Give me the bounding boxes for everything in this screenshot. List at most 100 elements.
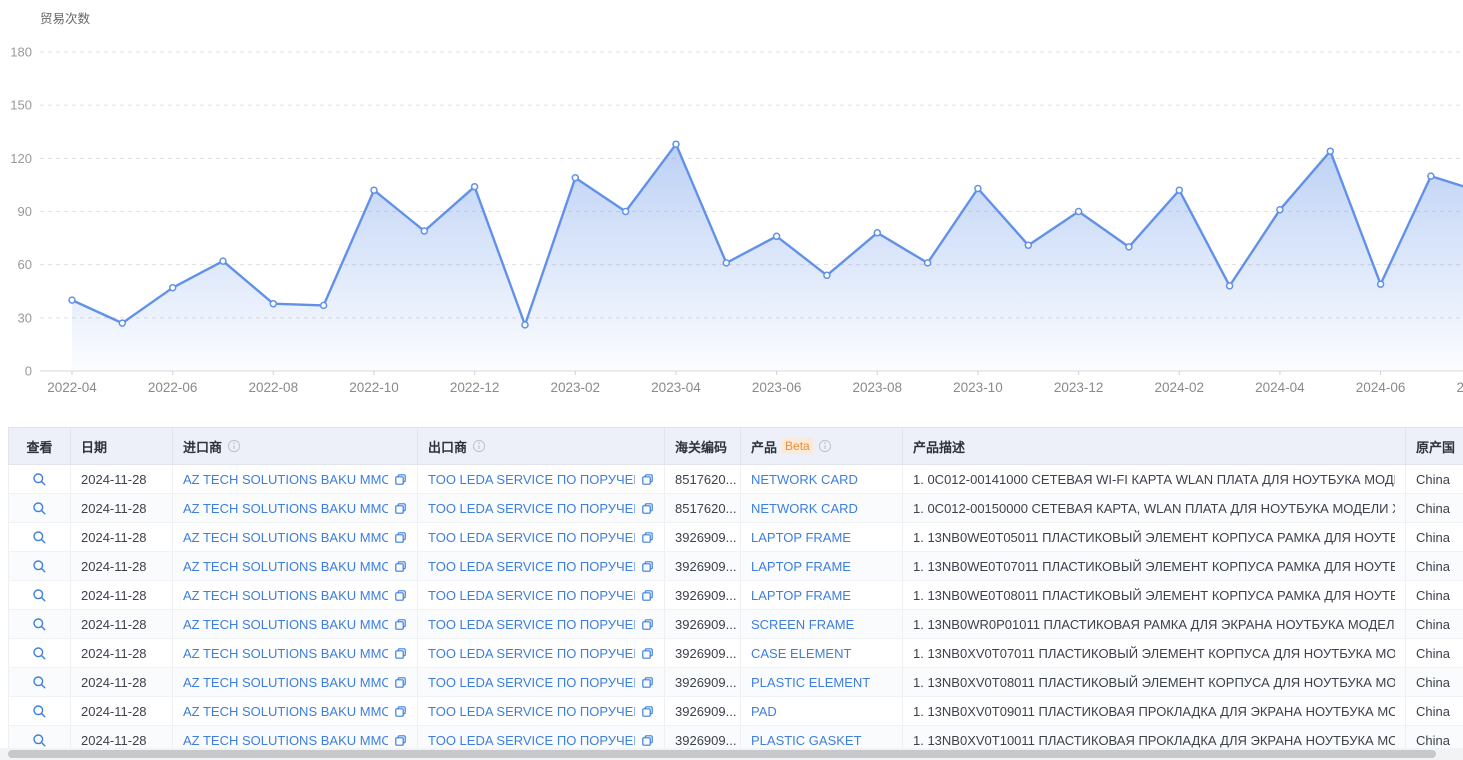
importer-info-icon[interactable]: [227, 439, 241, 453]
data-point-marker[interactable]: [925, 260, 931, 266]
copy-icon[interactable]: [394, 502, 407, 515]
data-point-marker[interactable]: [472, 184, 478, 190]
exporter-link[interactable]: TOO LEDA SERVICE ПО ПОРУЧЕН...: [428, 646, 635, 661]
exporter-link[interactable]: TOO LEDA SERVICE ПО ПОРУЧЕН...: [428, 559, 635, 574]
view-cell: [9, 697, 71, 726]
view-details-button[interactable]: [32, 617, 47, 632]
view-details-button[interactable]: [32, 704, 47, 719]
data-point-marker[interactable]: [119, 320, 125, 326]
data-point-marker[interactable]: [572, 175, 578, 181]
copy-icon[interactable]: [394, 618, 407, 631]
product-link[interactable]: PLASTIC ELEMENT: [751, 675, 892, 690]
data-point-marker[interactable]: [421, 228, 427, 234]
data-point-marker[interactable]: [1277, 207, 1283, 213]
data-point-marker[interactable]: [1176, 187, 1182, 193]
data-point-marker[interactable]: [1428, 173, 1434, 179]
data-point-marker[interactable]: [723, 260, 729, 266]
importer-cell: AZ TECH SOLUTIONS BAKU MMC: [173, 552, 418, 581]
copy-icon[interactable]: [641, 473, 654, 486]
copy-icon[interactable]: [641, 531, 654, 544]
product-description-cell: 1. 13NB0WR0P01011 ПЛАСТИКОВАЯ РАМКА ДЛЯ …: [903, 610, 1406, 639]
exporter-link[interactable]: TOO LEDA SERVICE ПО ПОРУЧЕН...: [428, 675, 635, 690]
data-point-marker[interactable]: [270, 301, 276, 307]
copy-icon[interactable]: [394, 676, 407, 689]
data-point-marker[interactable]: [220, 258, 226, 264]
copy-icon[interactable]: [641, 560, 654, 573]
trade-count-chart-panel: 贸易次数 03060901201501802022-042022-062022-…: [0, 0, 1463, 412]
product-cell: PLASTIC ELEMENT: [741, 668, 903, 697]
importer-link[interactable]: AZ TECH SOLUTIONS BAKU MMC: [183, 530, 388, 545]
product-link[interactable]: PAD: [751, 704, 892, 719]
exporter-link[interactable]: TOO LEDA SERVICE ПО ПОРУЧЕН...: [428, 472, 635, 487]
data-point-marker[interactable]: [623, 209, 629, 215]
product-link[interactable]: NETWORK CARD: [751, 472, 892, 487]
product-link[interactable]: LAPTOP FRAME: [751, 588, 892, 603]
view-details-button[interactable]: [32, 530, 47, 545]
data-point-marker[interactable]: [673, 141, 679, 147]
exporter-link[interactable]: TOO LEDA SERVICE ПО ПОРУЧЕН...: [428, 617, 635, 632]
exporter-link[interactable]: TOO LEDA SERVICE ПО ПОРУЧЕН...: [428, 704, 635, 719]
data-point-marker[interactable]: [371, 187, 377, 193]
data-point-marker[interactable]: [874, 230, 880, 236]
product-link[interactable]: SCREEN FRAME: [751, 617, 892, 632]
view-details-button[interactable]: [32, 675, 47, 690]
importer-link[interactable]: AZ TECH SOLUTIONS BAKU MMC: [183, 704, 388, 719]
data-point-marker[interactable]: [522, 322, 528, 328]
data-point-marker[interactable]: [1327, 148, 1333, 154]
importer-link[interactable]: AZ TECH SOLUTIONS BAKU MMC: [183, 559, 388, 574]
data-point-marker[interactable]: [1126, 244, 1132, 250]
data-point-marker[interactable]: [321, 302, 327, 308]
data-point-marker[interactable]: [1025, 242, 1031, 248]
view-details-button[interactable]: [32, 501, 47, 516]
data-point-marker[interactable]: [774, 233, 780, 239]
horizontal-scrollbar[interactable]: [0, 748, 1463, 760]
importer-link[interactable]: AZ TECH SOLUTIONS BAKU MMC: [183, 501, 388, 516]
product-link[interactable]: LAPTOP FRAME: [751, 530, 892, 545]
product-info-icon[interactable]: [818, 439, 832, 453]
view-details-button[interactable]: [32, 588, 47, 603]
copy-icon[interactable]: [394, 531, 407, 544]
exporter-link[interactable]: TOO LEDA SERVICE ПО ПОРУЧЕН...: [428, 733, 635, 748]
product-link[interactable]: LAPTOP FRAME: [751, 559, 892, 574]
copy-icon[interactable]: [394, 705, 407, 718]
importer-link[interactable]: AZ TECH SOLUTIONS BAKU MMC: [183, 472, 388, 487]
exporter-info-icon[interactable]: [472, 439, 486, 453]
data-point-marker[interactable]: [1378, 281, 1384, 287]
data-point-marker[interactable]: [69, 297, 75, 303]
data-point-marker[interactable]: [1227, 283, 1233, 289]
product-link[interactable]: PLASTIC GASKET: [751, 733, 892, 748]
copy-icon[interactable]: [641, 618, 654, 631]
copy-icon[interactable]: [641, 589, 654, 602]
view-details-button[interactable]: [32, 559, 47, 574]
view-details-button[interactable]: [32, 646, 47, 661]
copy-icon[interactable]: [394, 473, 407, 486]
importer-link[interactable]: AZ TECH SOLUTIONS BAKU MMC: [183, 675, 388, 690]
product-link[interactable]: CASE ELEMENT: [751, 646, 892, 661]
data-point-marker[interactable]: [824, 272, 830, 278]
importer-link[interactable]: AZ TECH SOLUTIONS BAKU MMC: [183, 733, 388, 748]
copy-icon[interactable]: [394, 589, 407, 602]
copy-icon[interactable]: [641, 502, 654, 515]
exporter-cell: TOO LEDA SERVICE ПО ПОРУЧЕН...: [418, 668, 665, 697]
exporter-link[interactable]: TOO LEDA SERVICE ПО ПОРУЧЕН...: [428, 588, 635, 603]
copy-icon[interactable]: [394, 647, 407, 660]
view-details-button[interactable]: [32, 733, 47, 748]
copy-icon[interactable]: [394, 560, 407, 573]
data-point-marker[interactable]: [1076, 209, 1082, 215]
exporter-link[interactable]: TOO LEDA SERVICE ПО ПОРУЧЕН...: [428, 530, 635, 545]
copy-icon[interactable]: [641, 705, 654, 718]
data-point-marker[interactable]: [170, 285, 176, 291]
importer-link[interactable]: AZ TECH SOLUTIONS BAKU MMC: [183, 617, 388, 632]
product-link[interactable]: NETWORK CARD: [751, 501, 892, 516]
importer-link[interactable]: AZ TECH SOLUTIONS BAKU MMC: [183, 646, 388, 661]
data-point-marker[interactable]: [975, 186, 981, 192]
copy-icon[interactable]: [641, 676, 654, 689]
importer-link[interactable]: AZ TECH SOLUTIONS BAKU MMC: [183, 588, 388, 603]
exporter-link[interactable]: TOO LEDA SERVICE ПО ПОРУЧЕН...: [428, 501, 635, 516]
view-details-button[interactable]: [32, 472, 47, 487]
copy-icon[interactable]: [641, 647, 654, 660]
scrollbar-thumb[interactable]: [8, 750, 1436, 758]
copy-icon[interactable]: [641, 734, 654, 747]
y-axis-tick-label: 120: [10, 151, 32, 166]
copy-icon[interactable]: [394, 734, 407, 747]
